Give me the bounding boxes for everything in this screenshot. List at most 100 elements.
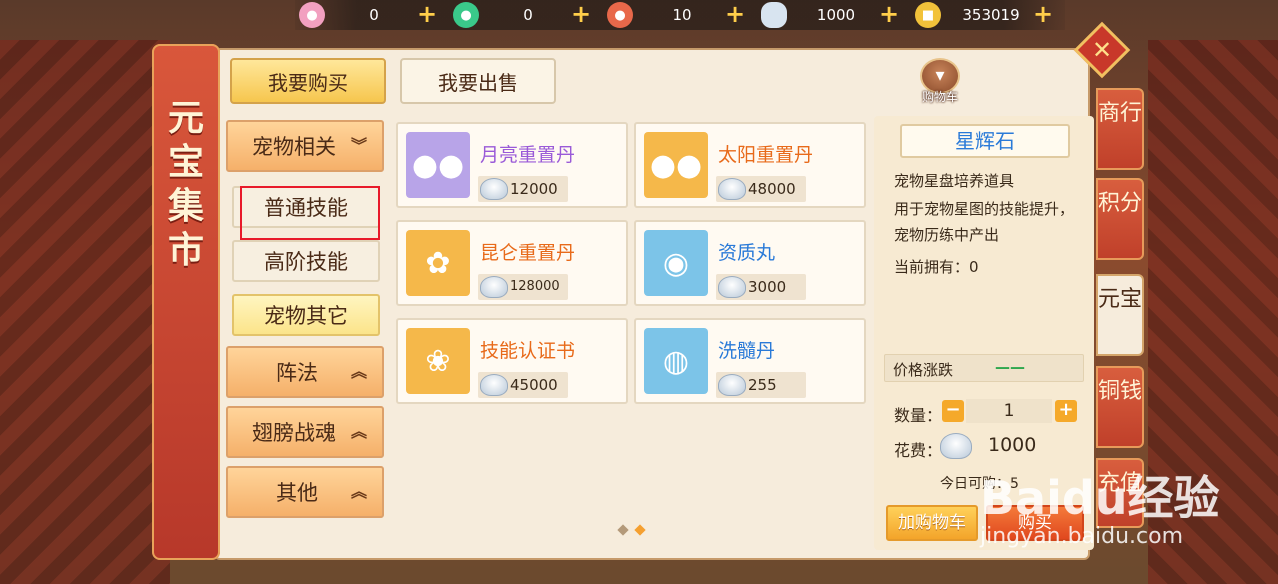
item-name: 洗髓丹	[718, 340, 776, 362]
currency-bar: ● 0 + ● 0 + ● 10 + 1000 + ■ 353019 +	[295, 0, 1065, 30]
item-card[interactable]: ◍ 洗髓丹 255	[634, 318, 866, 404]
watermark-url: jingyan.baidu.com	[980, 524, 1184, 549]
silver-ingot-icon	[718, 374, 746, 396]
quantity-input[interactable]: 1	[966, 399, 1052, 423]
silver-ingot-icon	[480, 178, 508, 200]
category-label: 宠物相关	[252, 135, 336, 159]
item-detail-name: 星辉石	[900, 124, 1070, 158]
currency-value: 1000	[816, 6, 856, 24]
item-description-line: 宠物历练中产出	[894, 226, 1000, 244]
subcategory-pet-other[interactable]: 宠物其它	[232, 294, 380, 336]
golden-pills-icon: ●●	[644, 132, 708, 198]
item-price-value: 45000	[510, 376, 558, 394]
currency-pink: ● 0 +	[299, 2, 449, 28]
silver-ingot-icon	[480, 374, 508, 396]
silver-ingot-icon	[718, 178, 746, 200]
silver-ingot-icon	[480, 276, 508, 298]
scroll-icon: ❀	[406, 328, 470, 394]
item-price: 48000	[716, 176, 806, 202]
title-banner: 元宝集市	[152, 44, 220, 560]
background-roof-left	[0, 40, 170, 584]
cart-label: 购物车	[921, 90, 958, 104]
chevron-up-icon: ︽	[350, 362, 367, 381]
highlight-box	[240, 186, 380, 240]
add-currency-button[interactable]: +	[569, 2, 593, 27]
item-card[interactable]: ◉ 资质丸 3000	[634, 220, 866, 306]
watermark-logo: Baidu经验	[980, 471, 1220, 525]
chevron-up-icon: ︽	[350, 482, 367, 501]
silver-ingot-icon	[940, 433, 972, 459]
category-label: 其他	[276, 481, 318, 505]
item-name: 资质丸	[718, 242, 776, 264]
item-price-value: 255	[748, 376, 777, 394]
add-currency-button[interactable]: +	[1031, 2, 1055, 27]
item-card[interactable]: ✿ 昆仑重置丹 128000	[396, 220, 628, 306]
currency-value: 10	[672, 6, 692, 24]
item-price: 45000	[478, 372, 568, 398]
item-card[interactable]: ❀ 技能认证书 45000	[396, 318, 628, 404]
cost-value: 1000	[988, 434, 1037, 456]
price-trend-row: 价格涨跌 ——	[884, 354, 1084, 382]
item-price-value: 48000	[748, 180, 796, 198]
item-card[interactable]: ●● 太阳重置丹 48000	[634, 122, 866, 208]
item-price: 128000	[478, 274, 568, 300]
quantity-label: 数量：	[894, 406, 943, 425]
add-currency-button[interactable]: +	[723, 2, 747, 27]
purple-pot-icon: ◍	[644, 328, 708, 394]
market-title: 元宝集市	[167, 97, 204, 271]
currency-green: ● 0 +	[453, 2, 603, 28]
silver-ingot-icon	[718, 276, 746, 298]
item-price-value: 128000	[510, 279, 560, 294]
item-price: 3000	[716, 274, 806, 300]
currency-red: ● 10 +	[607, 2, 757, 28]
currency-value: 0	[523, 6, 533, 24]
currency-silver: 1000 +	[761, 2, 911, 28]
close-icon: ✕	[1091, 36, 1113, 64]
cost-label: 花费：	[894, 441, 943, 460]
add-currency-button[interactable]: +	[415, 2, 439, 27]
side-tab-yuanbao[interactable]: 元宝	[1096, 274, 1144, 356]
currency-value: 0	[369, 6, 379, 24]
category-pet-related[interactable]: 宠物相关 ︾	[226, 120, 384, 172]
item-name: 技能认证书	[480, 340, 576, 362]
green-pet-icon: ●	[453, 2, 479, 28]
buy-tab-button[interactable]: 我要购买	[230, 58, 386, 104]
pink-pet-icon: ●	[299, 2, 325, 28]
owned-count: 当前拥有：0	[894, 258, 979, 276]
item-card[interactable]: ●● 月亮重置丹 12000	[396, 122, 628, 208]
red-pills-icon: ✿	[406, 230, 470, 296]
category-other[interactable]: 其他 ︽	[226, 466, 384, 518]
subcategory-advanced-skill[interactable]: 高阶技能	[232, 240, 380, 282]
currency-gold: ■ 353019 +	[915, 2, 1065, 28]
category-wings[interactable]: 翅膀战魂 ︽	[226, 406, 384, 458]
add-currency-button[interactable]: +	[877, 2, 901, 27]
category-label: 翅膀战魂	[252, 421, 336, 445]
chevron-up-icon: ︽	[350, 422, 367, 441]
shopping-cart-button[interactable]: ▾ 购物车	[912, 58, 968, 106]
item-description-line: 宠物星盘培养道具	[894, 172, 1015, 190]
side-tab-points[interactable]: 积分	[1096, 178, 1144, 260]
red-pet-icon: ●	[607, 2, 633, 28]
gold-coin-icon: ■	[915, 2, 941, 28]
side-tab-trade[interactable]: 商行	[1096, 88, 1144, 170]
category-formation[interactable]: 阵法 ︽	[226, 346, 384, 398]
item-description-line: 用于宠物星图的技能提升，	[894, 200, 1075, 218]
currency-value: 353019	[962, 6, 1020, 24]
side-tab-copper[interactable]: 铜钱	[1096, 366, 1144, 448]
item-price-value: 12000	[510, 180, 558, 198]
price-trend-value: ——	[995, 358, 1025, 376]
item-name: 太阳重置丹	[718, 144, 814, 166]
item-price: 12000	[478, 176, 568, 202]
category-label: 阵法	[276, 361, 318, 385]
sell-tab-button[interactable]: 我要出售	[400, 58, 556, 104]
green-orb-icon: ◉	[644, 230, 708, 296]
purple-pills-icon: ●●	[406, 132, 470, 198]
item-price: 255	[716, 372, 806, 398]
price-trend-label: 价格涨跌	[893, 361, 954, 379]
baidu-watermark: Baidu经验 jingyan.baidu.com	[960, 460, 1220, 570]
silver-ingot-icon	[761, 2, 787, 28]
quantity-increase-button[interactable]: +	[1055, 400, 1077, 422]
chevron-down-icon: ︾	[350, 136, 367, 155]
quantity-decrease-button[interactable]: −	[942, 400, 964, 422]
item-name: 昆仑重置丹	[480, 242, 576, 264]
